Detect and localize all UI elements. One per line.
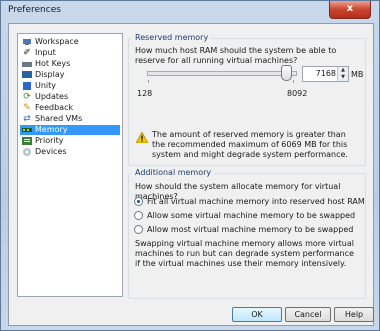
title-bar[interactable]: Preferences x: [1, 1, 379, 21]
sidebar-item-devices[interactable]: Devices: [20, 147, 120, 157]
reserved-memory-slider-track[interactable]: [147, 71, 297, 76]
warning-icon: [136, 132, 148, 143]
priority-icon: [22, 136, 32, 146]
sidebar-item-memory[interactable]: Memory: [20, 125, 120, 135]
sidebar-item-input[interactable]: ✐ Input: [20, 48, 120, 58]
slider-max-label: 8092: [287, 89, 308, 98]
sidebar-item-label: Feedback: [35, 103, 74, 112]
radio-fit-all[interactable]: [134, 197, 143, 206]
display-icon: [22, 70, 32, 80]
help-button[interactable]: Help: [334, 307, 374, 322]
reserved-memory-slider-thumb[interactable]: [281, 65, 292, 81]
sidebar-item-unity[interactable]: Unity: [20, 81, 120, 91]
reserved-memory-value: 7168: [315, 69, 336, 78]
reserved-memory-unit: MB: [351, 70, 364, 79]
radio-allow-most[interactable]: [134, 225, 143, 234]
sidebar-item-workspace[interactable]: Workspace: [20, 37, 120, 47]
sidebar-item-label: Priority: [35, 136, 64, 145]
ok-button[interactable]: OK: [232, 307, 282, 322]
slider-min-label: 128: [137, 89, 153, 98]
radio-allow-most-label[interactable]: Allow most virtual machine memory to be …: [147, 225, 353, 235]
window-title: Preferences: [8, 5, 61, 15]
additional-memory-legend: Additional memory: [132, 168, 215, 177]
sidebar-item-priority[interactable]: Priority: [20, 136, 120, 146]
preferences-category-list[interactable]: Workspace ✐ Input Hot Keys Display Unity…: [17, 33, 123, 297]
close-button[interactable]: x: [329, 1, 371, 19]
devices-icon: [22, 147, 32, 157]
sidebar-item-display[interactable]: Display: [20, 70, 120, 80]
reserved-memory-spinner[interactable]: 7168 ▲ ▼: [302, 66, 349, 82]
sidebar-item-label: Input: [35, 48, 56, 57]
sidebar-item-label: Display: [35, 70, 65, 79]
sidebar-item-label: Memory: [35, 125, 68, 134]
swap-note: Swapping virtual machine memory allows m…: [135, 239, 354, 268]
workspace-icon: [22, 37, 32, 47]
updates-icon: ⟳: [23, 92, 31, 102]
reserved-memory-warning: The amount of reserved memory is greater…: [152, 130, 348, 159]
radio-allow-some-label[interactable]: Allow some virtual machine memory to be …: [147, 211, 355, 221]
slider-tick-min: [148, 80, 149, 83]
radio-fit-all-label[interactable]: Fit all virtual machine memory into rese…: [147, 197, 365, 207]
feedback-icon: ✎: [23, 103, 31, 113]
sidebar-item-updates[interactable]: ⟳ Updates: [20, 92, 120, 102]
sidebar-item-label: Workspace: [35, 37, 79, 46]
reserved-memory-question: How much host RAM should the system be a…: [135, 46, 337, 65]
sidebar-item-hot-keys[interactable]: Hot Keys: [20, 59, 120, 69]
reserved-memory-legend: Reserved memory: [132, 33, 212, 42]
sidebar-item-label: Hot Keys: [35, 59, 71, 68]
radio-allow-some[interactable]: [134, 211, 143, 220]
shared-vms-icon: ⇄: [23, 114, 31, 124]
memory-icon: [22, 125, 32, 135]
unity-icon: [22, 81, 32, 91]
hotkeys-icon: [22, 59, 32, 69]
sidebar-item-label: Unity: [35, 81, 57, 90]
input-icon: ✐: [23, 48, 31, 58]
cancel-button[interactable]: Cancel: [285, 307, 331, 322]
sidebar-item-label: Shared VMs: [35, 114, 83, 123]
sidebar-item-shared-vms[interactable]: ⇄ Shared VMs: [20, 114, 120, 124]
spinner-up-button[interactable]: ▲: [337, 67, 348, 74]
spinner-down-button[interactable]: ▼: [337, 74, 348, 81]
sidebar-item-label: Devices: [35, 147, 67, 156]
sidebar-item-label: Updates: [35, 92, 69, 101]
sidebar-item-feedback[interactable]: ✎ Feedback: [20, 103, 120, 113]
slider-tick-max: [293, 80, 294, 83]
